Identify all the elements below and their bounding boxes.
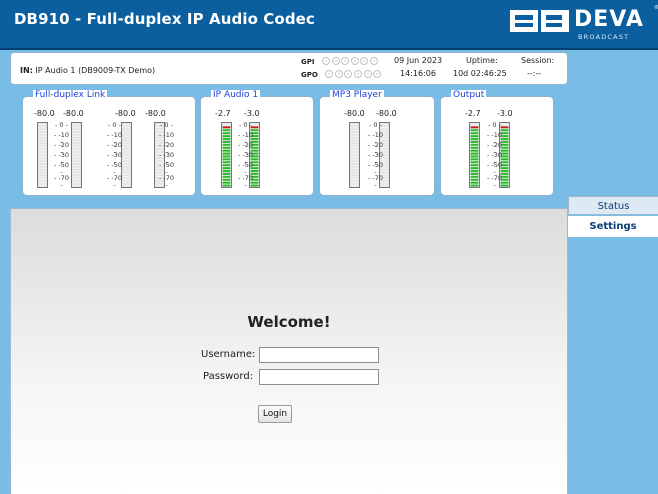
scale-tick-label: - 0 -	[488, 121, 501, 129]
header-bar: DB910 - Full-duplex IP Audio Codec DEVA …	[0, 0, 658, 50]
session-label: Session:	[521, 56, 555, 65]
app-title: DB910 - Full-duplex IP Audio Codec	[14, 10, 315, 28]
meter-scale: - 0 -- -10 -- -20 -- -30 -- -50 -- -70 -	[367, 121, 384, 189]
scale-tick-label: - -70 -	[158, 174, 175, 189]
gpi-label: GPI	[301, 58, 315, 66]
gpi-indicators	[321, 57, 380, 67]
scale-tick-label: - -70 -	[53, 174, 70, 189]
password-input[interactable]	[259, 369, 379, 385]
gpi-indicator-icon	[341, 57, 350, 65]
uptime-value: 10d 02:46:25	[453, 69, 507, 78]
meter-panel-ip-audio-1: IP Audio 1 -2.7 -3.0 - 0 -- -10 -- -20 -- -…	[200, 90, 314, 196]
date-text: 09 Jun 2023	[394, 56, 443, 65]
scale-tick-label: - -70 -	[486, 174, 503, 189]
logo-mark-icon	[510, 10, 569, 32]
scale-tick-label: - 0 -	[239, 121, 252, 129]
gpi-indicator-icon	[350, 57, 359, 65]
scale-tick-label: - -70 -	[106, 174, 123, 189]
tab-status[interactable]: Status	[568, 196, 658, 215]
gpi-row: GPI	[301, 57, 379, 67]
gpo-indicator-icon	[354, 70, 363, 78]
brand-logo: DEVA BROADCAST ®	[508, 5, 658, 45]
input-source: IN: IP Audio 1 (DB9009-TX Demo)	[20, 66, 155, 75]
meter-scale: - 0 -- -10 -- -20 -- -30 -- -50 -- -70 -	[106, 121, 123, 189]
scale-tick-label: - -70 -	[367, 174, 384, 189]
tab-settings[interactable]: Settings	[568, 216, 658, 237]
level-meter-bar	[71, 122, 82, 188]
meter-reading: -80.0	[344, 109, 365, 118]
meter-scale: - 0 -- -10 -- -20 -- -30 -- -50 -- -70 -	[486, 121, 503, 189]
level-meter-bar	[469, 122, 480, 188]
level-meter-bar	[221, 122, 232, 188]
meter-group-title: MP3 Player	[330, 90, 384, 100]
input-value: IP Audio 1 (DB9009-TX Demo)	[35, 66, 156, 75]
status-infobar: IN: IP Audio 1 (DB9009-TX Demo) GPI GPO …	[10, 52, 568, 85]
gpo-label: GPO	[301, 71, 318, 79]
meter-scale: - 0 -- -10 -- -20 -- -30 -- -50 -- -70 -	[237, 121, 254, 189]
meter-reading: -80.0	[376, 109, 397, 118]
side-tabs: Status Settings	[568, 196, 658, 237]
meter-group-title: Full-duplex Link	[33, 90, 108, 100]
gpo-indicator-icon	[344, 70, 353, 78]
meter-group-title: IP Audio 1	[211, 90, 261, 100]
gpo-indicator-icon	[334, 70, 343, 78]
meter-panel-mp3-player: MP3 Player -80.0 -80.0- 0 -- -10 -- -20 --…	[319, 90, 435, 196]
app-root: DB910 - Full-duplex IP Audio Codec DEVA …	[0, 0, 658, 494]
gpo-indicator-icon	[325, 70, 334, 78]
meter-reading: -80.0	[145, 109, 166, 118]
gpi-indicator-icon	[360, 57, 369, 65]
password-label: Password:	[203, 371, 254, 382]
gpi-indicator-icon	[331, 57, 340, 65]
meter-scale: - 0 -- -10 -- -20 -- -30 -- -50 -- -70 -	[53, 121, 70, 189]
meter-reading: -80.0	[115, 109, 136, 118]
meter-reading: -3.0	[244, 109, 260, 118]
level-meter-bar	[349, 122, 360, 188]
meter-group-title: Output	[451, 90, 487, 100]
meter-reading: -2.7	[215, 109, 231, 118]
login-content: Welcome! Username: Password: Login	[10, 208, 568, 494]
gpo-row: GPO	[301, 70, 383, 80]
username-input[interactable]	[259, 347, 379, 363]
meter-scale: - 0 -- -10 -- -20 -- -30 -- -50 -- -70 -	[158, 121, 175, 189]
login-button[interactable]: Login	[258, 405, 292, 423]
brand-subtitle: BROADCAST	[578, 33, 630, 41]
uptime-label: Uptime:	[466, 56, 498, 65]
username-label: Username:	[201, 349, 256, 360]
meter-panel-full-duplex-link: Full-duplex Link -80.0 -80.0 -80.0 -80.0- 0 …	[22, 90, 196, 196]
time-text: 14:16:06	[400, 69, 436, 78]
gpo-indicator-icon	[373, 70, 382, 78]
session-value: --:--	[527, 69, 542, 78]
brand-name: DEVA	[574, 7, 644, 32]
registered-mark: ®	[654, 5, 658, 11]
gpo-indicator-icon	[363, 70, 372, 78]
scale-tick-label: - 0 -	[160, 121, 173, 129]
gpo-indicators	[325, 70, 383, 80]
meter-reading: -80.0	[63, 109, 84, 118]
scale-tick-label: - 0 -	[369, 121, 382, 129]
scale-tick-label: - 0 -	[55, 121, 68, 129]
welcome-heading: Welcome!	[247, 313, 331, 331]
level-meter-bar	[37, 122, 48, 188]
gpi-indicator-icon	[321, 57, 330, 65]
meter-reading: -3.0	[497, 109, 513, 118]
scale-tick-label: - -70 -	[237, 174, 254, 189]
meter-panel-output: Output -2.7 -3.0 - 0 -- -10 -- -20 -- -30 -…	[440, 90, 554, 196]
input-label: IN:	[20, 66, 33, 75]
gpi-indicator-icon	[369, 57, 378, 65]
meter-reading: -2.7	[465, 109, 481, 118]
scale-tick-label: - 0 -	[108, 121, 121, 129]
meter-reading: -80.0	[34, 109, 55, 118]
